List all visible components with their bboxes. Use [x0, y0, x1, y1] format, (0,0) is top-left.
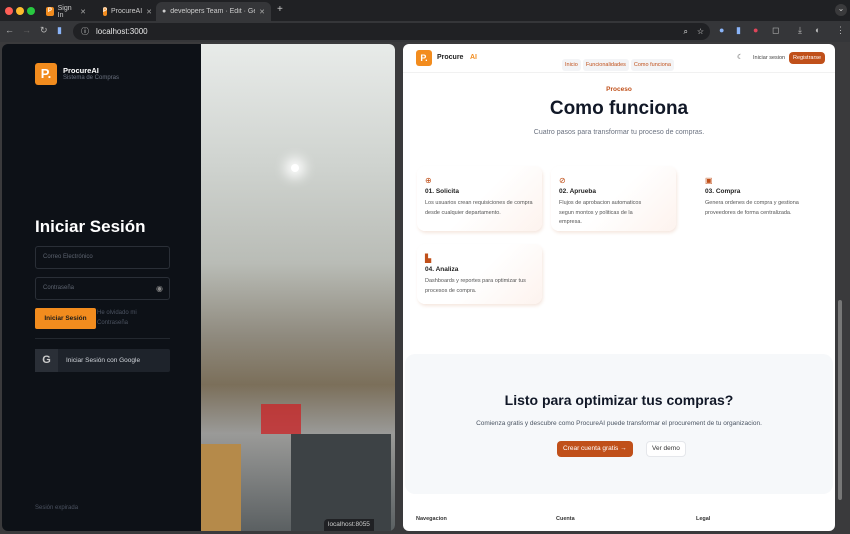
theme-toggle-icon[interactable]: ☾ [737, 53, 743, 61]
session-status: Sesión expirada [35, 505, 79, 511]
email-input[interactable]: Correo Electrónico [35, 246, 170, 269]
step-title: 04. Analiza [425, 266, 459, 273]
extensions-puzzle-icon[interactable]: ◻ [772, 25, 779, 36]
section-title: Como funciona [549, 98, 689, 119]
download-icon[interactable]: ⤓ [798, 25, 802, 36]
tab-title: developers Team · Edit · Gen [170, 8, 256, 15]
url-text: localhost:3000 [96, 27, 148, 36]
cta-text: Comienza gratis y descubre como ProcureA… [476, 420, 762, 427]
close-tab-icon[interactable]: ✕ [80, 8, 86, 16]
site-brand-accent: AI [470, 54, 477, 61]
browser-toolbar: ← → ↻ ▮ ⓘ localhost:3000 ⌕ ☆ ● ▮ ● ◻ ⤓ ◐ ⋮ [0, 21, 850, 42]
tab-title: ProcureAI [111, 8, 143, 15]
procure-logo: P. [35, 63, 57, 85]
zoom-icon[interactable]: ⌕ [684, 27, 688, 37]
email-placeholder: Correo Electrónico [43, 254, 93, 260]
bar-chart-icon: ▙ [425, 254, 432, 263]
step-title: 03. Compra [705, 188, 741, 195]
status-bubble: localhost:8055 [324, 519, 374, 531]
forward-icon[interactable]: → [22, 25, 31, 35]
forgot-password-link[interactable]: He olvidado mi Contraseña [97, 309, 147, 328]
address-bar[interactable]: ⓘ localhost:3000 ⌕ ☆ [73, 23, 710, 40]
login-window: P. ProcureAI Sistema de Compras Iniciar … [2, 44, 395, 531]
step-text: Dashboards y reportes para optimizar tus… [425, 278, 526, 294]
nav-divider [403, 72, 835, 73]
site-info-icon[interactable]: ⓘ [81, 26, 89, 37]
status-url: localhost:8055 [328, 521, 370, 528]
brand-subtitle: Sistema de Compras [63, 75, 120, 81]
extension-icon[interactable]: ▮ [736, 25, 741, 36]
cta-section: Listo para optimizar tus compras? Comien… [405, 354, 833, 494]
section-subtitle: Cuatro pasos para transformar tu proceso… [533, 129, 705, 136]
procure-favicon-icon: P [103, 7, 108, 16]
main-nav: Inicio Funcionalidades Como funciona [561, 53, 675, 71]
login-submit-button[interactable]: Iniciar Sesión [35, 308, 96, 329]
github-icon: ● [162, 8, 167, 15]
warehouse-photo [201, 44, 395, 531]
step-text: Flujos de aprobacion automaticos segun m… [559, 200, 642, 225]
site-brand: Procure [437, 54, 464, 61]
tab-procureai[interactable]: P ProcureAI ✕ [97, 2, 153, 21]
scrollbar[interactable] [838, 300, 842, 500]
minimize-window-button[interactable] [16, 7, 24, 15]
procure-logo[interactable]: P. [416, 50, 432, 66]
landing-window: P. Procure AI Inicio Funcionalidades Como … [403, 44, 835, 531]
step-title: 01. Solicita [425, 188, 459, 195]
divider [35, 338, 170, 339]
footer-heading-navegacion: Navegacion [416, 516, 447, 522]
step-card: ▣ 03. Compra Genera ordenes de compra y ge… [697, 166, 822, 231]
tab-sign-in[interactable]: P Sign In ✕ [40, 2, 92, 21]
step-title: 02. Aprueba [559, 188, 596, 195]
nav-como-funciona[interactable]: Como funciona [630, 59, 674, 71]
calendar-box-icon: ▣ [705, 176, 713, 185]
password-input[interactable]: Contraseña ◉ [35, 277, 170, 300]
login-title: Iniciar Sesión [35, 217, 146, 236]
reload-icon[interactable]: ↻ [40, 25, 48, 36]
step-card: ⊘ 02. Aprueba Flujos de aprobacion automat… [551, 166, 676, 231]
plus-circle-icon: ⊕ [425, 176, 432, 185]
bookmark-star-icon[interactable]: ☆ [697, 27, 704, 36]
cta-title: Listo para optimizar tus compras? [504, 392, 734, 408]
google-icon: G [35, 349, 58, 372]
google-login-label: Iniciar Sesión con Google [66, 357, 141, 364]
password-placeholder: Contraseña [43, 285, 75, 291]
demo-button[interactable]: Ver demo [646, 441, 686, 457]
step-text: Genera ordenes de compra y gestiona prov… [705, 200, 799, 216]
footer-heading-legal: Legal [696, 516, 711, 522]
step-text: Los usuarios crean requisiciones de comp… [425, 200, 533, 216]
arrow-right-icon: → [620, 445, 627, 452]
close-tab-icon[interactable]: ✕ [259, 8, 265, 16]
tab-search-button[interactable]: ⌄ [835, 4, 847, 16]
check-circle-icon: ⊘ [559, 176, 566, 185]
nav-funcionalidades[interactable]: Funcionalidades [582, 59, 629, 71]
close-window-button[interactable] [5, 7, 13, 15]
login-link[interactable]: Iniciar sesion [753, 55, 785, 61]
create-account-label: Crear cuenta gratis [563, 445, 619, 452]
step-card: ▙ 04. Analiza Dashboards y reportes para o… [417, 244, 542, 304]
footer-heading-cuenta: Cuenta [556, 516, 575, 522]
sidebar-icon[interactable]: ▮ [57, 25, 62, 36]
close-tab-icon[interactable]: ✕ [146, 8, 152, 16]
new-tab-button[interactable]: + [277, 4, 283, 15]
menu-icon[interactable]: ⋮ [836, 25, 845, 36]
eye-icon[interactable]: ◉ [156, 278, 163, 299]
step-card: ⊕ 01. Solicita Los usuarios crean requisic… [417, 166, 542, 231]
create-account-button[interactable]: Crear cuenta gratis → [557, 441, 633, 457]
register-button[interactable]: Registrarse [789, 52, 826, 64]
tab-bar: P Sign In ✕ P ProcureAI ✕ ● developers Team ·… [0, 0, 850, 21]
profile-avatar[interactable]: ◐ [815, 25, 820, 35]
extension-icon[interactable]: ● [719, 25, 724, 35]
section-eyebrow: Proceso [606, 86, 632, 93]
tab-github[interactable]: ● developers Team · Edit · Gen ✕ [156, 2, 271, 21]
procure-favicon-icon: P [46, 7, 54, 16]
google-login-button[interactable]: G Iniciar Sesión con Google [35, 349, 170, 372]
extension-icon[interactable]: ● [753, 25, 758, 35]
tab-title: Sign In [57, 4, 72, 19]
back-icon[interactable]: ← [5, 25, 14, 35]
maximize-window-button[interactable] [27, 7, 35, 15]
brand-name: ProcureAI [63, 66, 99, 75]
nav-inicio[interactable]: Inicio [562, 59, 581, 71]
